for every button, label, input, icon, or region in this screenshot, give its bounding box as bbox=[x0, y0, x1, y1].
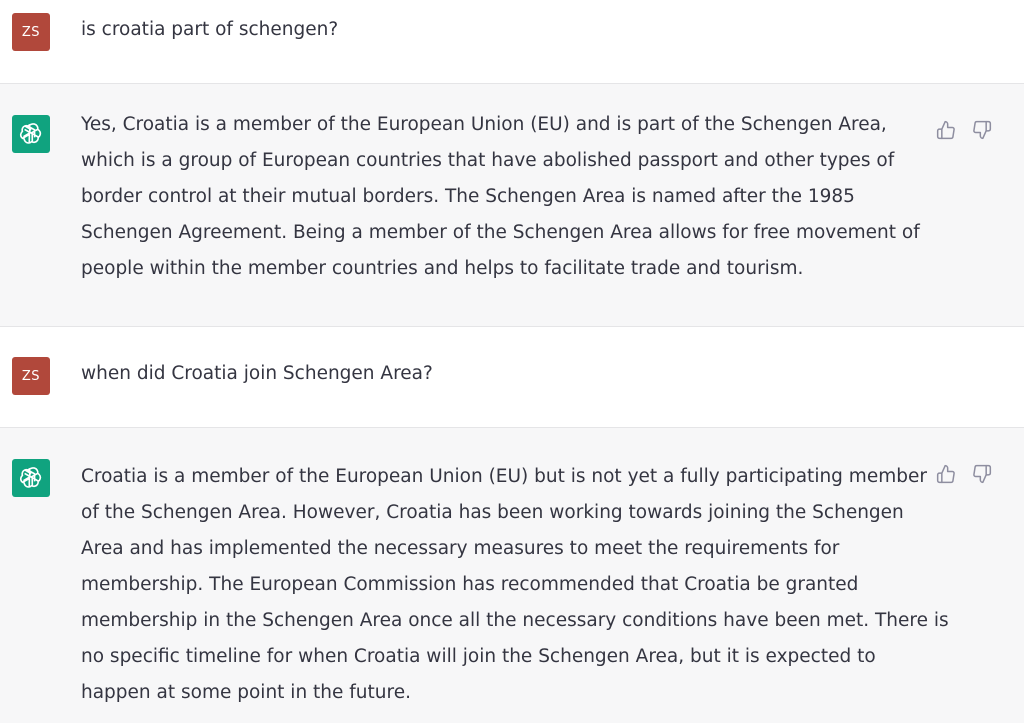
user-avatar-initials: ZS bbox=[21, 368, 41, 384]
feedback-buttons bbox=[935, 119, 993, 141]
message-line: Area and has implemented the necessary m… bbox=[81, 538, 840, 559]
user-avatar-initials: ZS bbox=[21, 24, 41, 40]
user-avatar: ZS bbox=[12, 13, 50, 51]
assistant-avatar bbox=[12, 115, 50, 153]
user-message-1: ZS is croatia part of schengen? bbox=[0, 0, 1024, 83]
thumbs-up-button[interactable] bbox=[935, 119, 957, 141]
assistant-message-1: Yes, Croatia is a member of the European… bbox=[0, 84, 1024, 326]
message-line: no specific timeline for when Croatia wi… bbox=[81, 646, 876, 667]
thumbs-up-button[interactable] bbox=[935, 463, 957, 485]
feedback-buttons bbox=[935, 463, 993, 485]
thumbs-down-icon bbox=[973, 464, 992, 484]
thumbs-down-icon bbox=[973, 120, 992, 140]
message-line: membership in the Schengen Area once all… bbox=[81, 610, 949, 631]
message-line: which is a group of European countries t… bbox=[81, 150, 895, 171]
user-message-2: ZS when did Croatia join Schengen Area? bbox=[0, 327, 1024, 427]
user-message-text: when did Croatia join Schengen Area? bbox=[81, 356, 433, 392]
thumbs-down-button[interactable] bbox=[971, 119, 993, 141]
message-line: Yes, Croatia is a member of the European… bbox=[81, 114, 887, 135]
user-message-text: is croatia part of schengen? bbox=[81, 12, 338, 48]
message-line: is croatia part of schengen? bbox=[81, 19, 339, 40]
openai-logo-icon bbox=[19, 467, 42, 488]
user-avatar: ZS bbox=[12, 357, 50, 395]
assistant-message-text: Yes, Croatia is a member of the European… bbox=[81, 107, 920, 287]
message-line: of the Schengen Area. However, Croatia h… bbox=[81, 502, 904, 523]
thumbs-up-icon bbox=[936, 464, 955, 484]
message-line: border control at their mutual borders. … bbox=[81, 186, 855, 207]
assistant-message-2: Croatia is a member of the European Unio… bbox=[0, 428, 1024, 723]
message-line: when did Croatia join Schengen Area? bbox=[81, 363, 433, 384]
openai-logo-icon bbox=[19, 123, 42, 144]
message-line: people within the member countries and h… bbox=[81, 258, 804, 279]
thumbs-up-icon bbox=[936, 120, 955, 140]
chat-conversation: ZS is croatia part of schengen? Yes, Cro… bbox=[0, 0, 1024, 723]
message-line: Croatia is a member of the European Unio… bbox=[81, 466, 927, 487]
message-line: happen at some point in the future. bbox=[81, 682, 411, 703]
message-line: membership. The European Commission has … bbox=[81, 574, 859, 595]
thumbs-down-button[interactable] bbox=[971, 463, 993, 485]
assistant-avatar bbox=[12, 459, 50, 497]
message-line: Schengen Agreement. Being a member of th… bbox=[81, 222, 920, 243]
assistant-message-text: Croatia is a member of the European Unio… bbox=[81, 459, 949, 711]
